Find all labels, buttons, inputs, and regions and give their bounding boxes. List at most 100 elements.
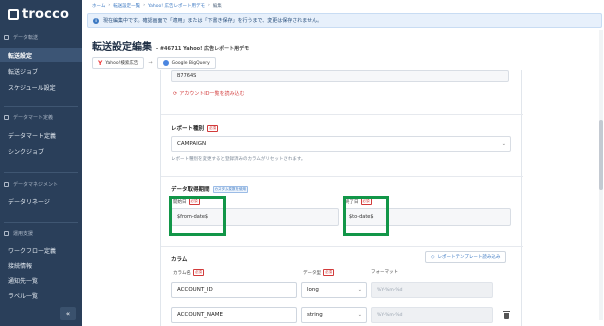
breadcrumb-sep: › bbox=[108, 3, 111, 8]
account-id-input[interactable]: B7764S bbox=[171, 70, 509, 82]
main-content: ホーム › 転送設定一覧 › Yahoo! 広告レポート用デモ › 編集 i 現在編集… bbox=[82, 0, 604, 326]
custom-variable-tag: カスタム変数を使用 bbox=[212, 185, 249, 193]
arrow-right-icon: → bbox=[148, 60, 153, 66]
trash-icon[interactable] bbox=[503, 311, 510, 319]
sidebar-item-label: シンクジョブ bbox=[8, 148, 45, 156]
sidebar-item-label: 通知先一覧 bbox=[8, 277, 39, 285]
sidebar-item-workflow-definitions[interactable]: ワークフロー定義 bbox=[0, 243, 82, 257]
label-text: カラム bbox=[171, 257, 188, 263]
section-label: データ転送 bbox=[13, 35, 39, 41]
period-label: データ取得期間 カスタム変数を使用 bbox=[171, 185, 249, 193]
format-input[interactable]: %Y-%m-%d bbox=[371, 282, 493, 298]
datamart-icon bbox=[4, 115, 9, 120]
sidebar-item-transfer-jobs[interactable]: 転送ジョブ bbox=[0, 64, 82, 78]
divider bbox=[4, 172, 78, 173]
sidebar-item-label: 転送ジョブ bbox=[8, 68, 39, 76]
header-text: カラム名 bbox=[173, 270, 191, 276]
chevron-left-icon: « bbox=[65, 309, 71, 318]
report-type-label: レポート種別 必須 bbox=[171, 124, 219, 132]
section-datamart: データマート定義 bbox=[4, 114, 53, 121]
breadcrumb-transfer-list[interactable]: 転送設定一覧 bbox=[113, 3, 140, 9]
page-title-text: 転送設定編集 bbox=[92, 42, 152, 53]
source-connector-chip: Y Yahoo!検索広告 bbox=[92, 57, 145, 69]
sidebar-item-schedules[interactable]: スケジュール設定 bbox=[0, 80, 82, 94]
import-icon: ◇ bbox=[431, 254, 435, 260]
data-type-select[interactable]: string ⌄ bbox=[301, 307, 367, 323]
column-name-header: カラム名 必須 bbox=[173, 269, 204, 276]
columns-label: カラム bbox=[171, 255, 187, 263]
report-type-value: CAMPAIGN bbox=[177, 141, 207, 147]
dest-label: Google BigQuery bbox=[171, 60, 210, 66]
format-placeholder: %Y-%m-%d bbox=[377, 287, 403, 293]
logo-text: trocco bbox=[22, 6, 70, 22]
sidebar-item-datamart-definitions[interactable]: データマート定義 bbox=[0, 128, 82, 142]
scrollbar[interactable] bbox=[599, 30, 603, 320]
highlight-start-date bbox=[169, 196, 226, 236]
format-input[interactable]: %Y-%m-%d bbox=[371, 307, 493, 323]
sidebar-item-label: データリネージ bbox=[8, 198, 50, 206]
column-name-input[interactable]: ACCOUNT_ID bbox=[171, 282, 297, 298]
breadcrumb-config[interactable]: Yahoo! 広告レポート用デモ bbox=[148, 3, 205, 9]
label-text: レポート種別 bbox=[171, 126, 205, 132]
header-text: データ型 bbox=[303, 270, 321, 276]
required-badge: 必須 bbox=[192, 269, 204, 276]
management-icon bbox=[4, 182, 9, 187]
editing-notice: i 現在編集中です。確認画面で「適用」または「下書き保存」を行うまで、変更は保存… bbox=[87, 13, 602, 28]
label-text: データ取得期間 bbox=[171, 187, 210, 193]
sidebar-item-notifications[interactable]: 通知先一覧 bbox=[0, 273, 82, 287]
sidebar-item-connections[interactable]: 接続情報 bbox=[0, 258, 82, 272]
data-type-value: long bbox=[307, 287, 319, 293]
template-button-label: レポートテンプレート読み込み bbox=[437, 255, 501, 260]
bigquery-icon bbox=[162, 60, 169, 66]
refresh-icon: ⟳ bbox=[173, 90, 178, 97]
scrollbar-thumb[interactable] bbox=[599, 120, 603, 190]
section-ops-support: 運用支援 bbox=[4, 230, 33, 237]
sidebar-item-data-lineage[interactable]: データリネージ bbox=[0, 194, 82, 208]
highlight-end-date bbox=[343, 196, 389, 236]
logo[interactable]: trocco bbox=[8, 6, 69, 22]
data-type-header: データ型 必須 bbox=[303, 269, 334, 276]
dest-connector-chip: Google BigQuery bbox=[156, 57, 216, 69]
section-label: データマート定義 bbox=[13, 115, 54, 121]
logo-icon bbox=[8, 8, 19, 20]
sidebar: trocco データ転送 転送設定 転送ジョブ スケジュール設定 データマート定… bbox=[0, 0, 82, 326]
ops-icon bbox=[4, 231, 9, 236]
transfer-icon bbox=[4, 35, 9, 40]
format-header: フォーマット bbox=[371, 269, 398, 275]
account-id-value: B7764S bbox=[177, 73, 197, 79]
breadcrumb-home[interactable]: ホーム bbox=[92, 3, 105, 9]
report-type-select[interactable]: CAMPAIGN ⌄ bbox=[171, 136, 511, 152]
format-placeholder: %Y-%m-%d bbox=[377, 312, 403, 318]
sidebar-item-label: ラベル一覧 bbox=[8, 292, 39, 300]
source-label: Yahoo!検索広告 bbox=[105, 61, 139, 66]
report-type-help: レポート種別を変更すると登録済みのカラムがリセットされます。 bbox=[171, 157, 306, 162]
page-subtitle: - #46711 Yahoo! 広告レポート用デモ bbox=[156, 46, 250, 52]
divider bbox=[4, 222, 78, 223]
load-accounts-link[interactable]: ⟳ アカウントID一覧を読み込む bbox=[173, 90, 245, 98]
column-name-value: ACCOUNT_NAME bbox=[177, 312, 224, 318]
page-title: 転送設定編集 - #46711 Yahoo! 広告レポート用デモ bbox=[92, 38, 249, 53]
data-type-value: string bbox=[307, 312, 323, 318]
section-data-transfer: データ転送 bbox=[4, 34, 38, 41]
form-card: B7764S ⟳ アカウントID一覧を読み込む レポート種別 必須 CAMPAI… bbox=[160, 70, 523, 326]
column-name-input[interactable]: ACCOUNT_NAME bbox=[171, 307, 297, 323]
notice-text: 現在編集中です。確認画面で「適用」または「下書き保存」を行うまで、変更は保存され… bbox=[103, 18, 323, 24]
load-report-template-button[interactable]: ◇ レポートテンプレート読み込み bbox=[425, 251, 507, 263]
divider bbox=[161, 176, 523, 177]
connector-row: Y Yahoo!検索広告 → Google BigQuery bbox=[92, 57, 216, 69]
data-type-select[interactable]: long ⌄ bbox=[301, 282, 367, 298]
divider bbox=[161, 246, 523, 247]
info-icon: i bbox=[93, 17, 99, 24]
required-badge: 必須 bbox=[207, 124, 219, 132]
sidebar-item-sync-jobs[interactable]: シンクジョブ bbox=[0, 144, 82, 158]
sidebar-item-label: 接続情報 bbox=[8, 262, 33, 270]
collapse-sidebar-button[interactable]: « bbox=[60, 307, 76, 320]
sidebar-item-labels[interactable]: ラベル一覧 bbox=[0, 288, 82, 302]
load-accounts-text: アカウントID一覧を読み込む bbox=[179, 91, 245, 97]
breadcrumb-sep: › bbox=[143, 3, 145, 8]
chevron-down-icon: ⌄ bbox=[501, 141, 506, 147]
sidebar-item-transfer-settings[interactable]: 転送設定 bbox=[0, 48, 82, 62]
header-text: フォーマット bbox=[371, 270, 398, 275]
breadcrumb-current: 編集 bbox=[212, 4, 222, 9]
chevron-down-icon: ⌄ bbox=[357, 312, 362, 318]
